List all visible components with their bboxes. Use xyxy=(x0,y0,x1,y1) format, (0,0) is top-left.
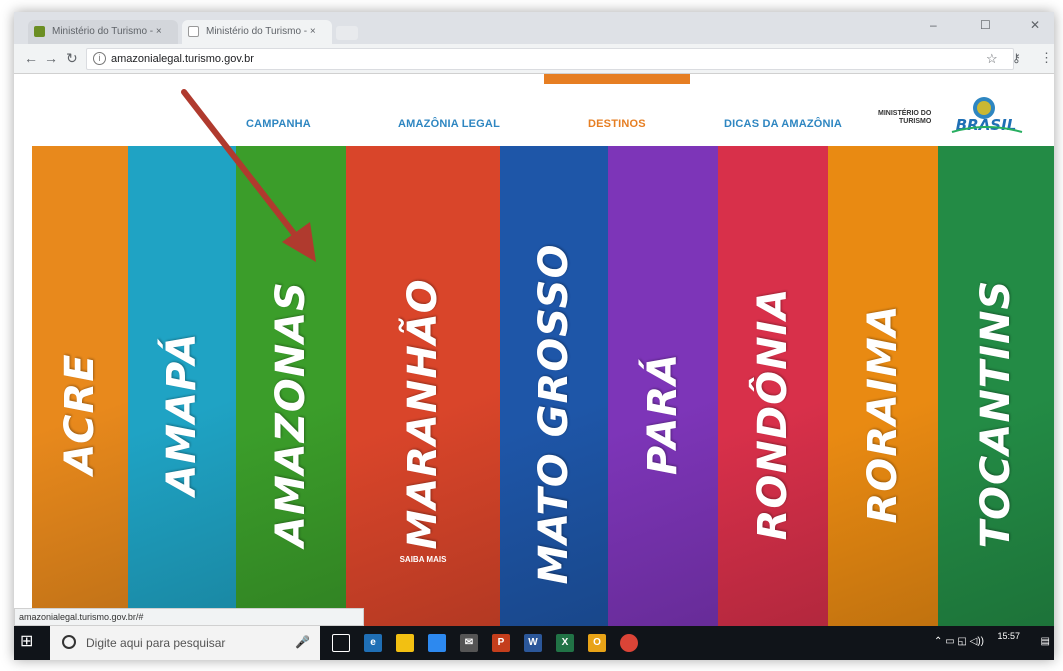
forward-icon[interactable]: → xyxy=(44,50,58,66)
key-icon[interactable]: ⚷ xyxy=(1012,51,1021,65)
file-explorer-icon[interactable] xyxy=(396,634,414,652)
state-label: AMAPÁ xyxy=(159,332,205,497)
maximize-icon[interactable]: ☐ xyxy=(980,18,991,32)
browser-tab-2[interactable]: Ministério do Turismo - × xyxy=(182,20,332,44)
state-label: MARANHÃO xyxy=(400,278,446,550)
chrome-icon[interactable] xyxy=(620,634,638,652)
state-panel-acre[interactable]: ACRE xyxy=(32,146,128,634)
favicon-icon xyxy=(188,26,199,37)
nav-destinos[interactable]: DESTINOS xyxy=(588,118,646,130)
nav-amazonia-legal[interactable]: AMAZÔNIA LEGAL xyxy=(398,118,500,130)
state-panel-para[interactable]: PARÁ xyxy=(608,146,718,634)
star-icon[interactable]: ☆ xyxy=(986,51,998,67)
edge-icon[interactable]: e xyxy=(364,634,382,652)
url-text: amazonialegal.turismo.gov.br xyxy=(111,53,254,65)
state-label: PARÁ xyxy=(640,353,686,476)
tab-title: Ministério do Turismo - × xyxy=(52,26,162,37)
address-bar[interactable]: i amazonialegal.turismo.gov.br xyxy=(86,48,1014,70)
close-window-icon[interactable]: ✕ xyxy=(1030,18,1040,32)
saiba-mais-link[interactable]: SAIBA MAIS xyxy=(400,555,447,564)
favicon-icon xyxy=(34,26,45,37)
site-header: CAMPANHA AMAZÔNIA LEGAL DESTINOS DICAS D… xyxy=(14,74,1054,144)
browser-tab-strip: Ministério do Turismo - × Ministério do … xyxy=(14,12,1054,44)
taskbar-search-input[interactable]: Digite aqui para pesquisar 🎤 xyxy=(50,626,320,660)
reload-icon[interactable]: ↻ xyxy=(66,50,78,67)
excel-icon[interactable]: X xyxy=(556,634,574,652)
ministry-line1: MINISTÉRIO DO xyxy=(878,110,932,117)
info-icon[interactable]: i xyxy=(93,52,106,65)
cortana-icon xyxy=(62,635,76,649)
state-label: TOCANTINS xyxy=(973,280,1019,549)
search-placeholder: Digite aqui para pesquisar xyxy=(86,636,226,650)
ministry-line2: TURISMO xyxy=(899,118,932,125)
ministry-label: MINISTÉRIO DO TURISMO xyxy=(878,110,931,126)
store-icon[interactable] xyxy=(428,634,446,652)
browser-tab-1[interactable]: Ministério do Turismo - × xyxy=(28,20,178,44)
nav-dicas-da-amazonia[interactable]: DICAS DA AMAZÔNIA xyxy=(724,118,842,130)
red-arrow-annotation xyxy=(181,89,316,262)
state-label: ACRE xyxy=(57,353,103,475)
status-url-bubble: amazonialegal.turismo.gov.br/# xyxy=(14,608,364,626)
state-panel-mato-grosso[interactable]: MATO GROSSO xyxy=(500,146,608,634)
screenshot-frame: Ministério do Turismo - × Ministério do … xyxy=(14,12,1054,660)
state-label: AMAZONAS xyxy=(268,281,314,548)
windows-start-icon[interactable]: ⊞ xyxy=(20,634,36,650)
state-label: MATO GROSSO xyxy=(531,243,577,585)
task-view-icon[interactable] xyxy=(332,634,350,652)
mail-icon[interactable]: ✉ xyxy=(460,634,478,652)
microphone-icon[interactable]: 🎤 xyxy=(295,635,310,649)
svg-text:BRASIL: BRASIL xyxy=(956,116,1017,134)
state-panel-rondonia[interactable]: RONDÔNIA xyxy=(718,146,828,634)
brasil-logo[interactable]: BRASIL xyxy=(944,92,1028,136)
windows-taskbar: ⊞ Digite aqui para pesquisar 🎤 e ✉ P W X… xyxy=(14,626,1054,660)
state-label: RORAIMA xyxy=(860,304,906,524)
state-label: RONDÔNIA xyxy=(750,287,796,541)
menu-icon[interactable]: ⋮ xyxy=(1040,50,1053,66)
word-icon[interactable]: W xyxy=(524,634,542,652)
browser-toolbar: ← → ↻ i amazonialegal.turismo.gov.br ☆ ⚷… xyxy=(14,44,1054,74)
active-nav-indicator xyxy=(544,74,690,84)
state-panel-tocantins[interactable]: TOCANTINS xyxy=(938,146,1054,634)
new-tab-button[interactable] xyxy=(336,26,358,40)
taskbar-clock[interactable]: 15:57 xyxy=(997,630,1020,642)
state-panel-maranhao[interactable]: MARANHÃO SAIBA MAIS xyxy=(346,146,500,634)
minimize-icon[interactable]: ‒ xyxy=(930,18,937,32)
system-tray-icons[interactable]: ⌃ ▭ ◱ ◁)) xyxy=(934,636,984,647)
notifications-icon[interactable]: ▤ xyxy=(1041,636,1050,647)
powerpoint-icon[interactable]: P xyxy=(492,634,510,652)
back-icon[interactable]: ← xyxy=(24,50,38,66)
tab-title: Ministério do Turismo - × xyxy=(206,26,316,37)
state-panel-roraima[interactable]: RORAIMA xyxy=(828,146,938,634)
onenote-icon[interactable]: O xyxy=(588,634,606,652)
